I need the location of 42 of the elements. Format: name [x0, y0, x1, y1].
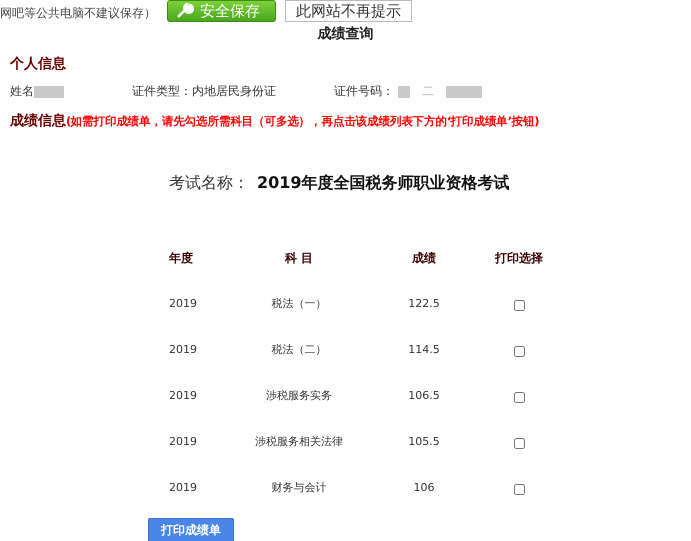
redaction-block — [398, 86, 410, 98]
print-checkbox[interactable] — [514, 392, 524, 402]
id-number-label: 证件号码： — [334, 83, 394, 100]
print-checkbox[interactable] — [514, 438, 524, 448]
section-heading: 成绩信息 — [10, 113, 66, 129]
table-cell-text: 涉税服务相关法律 — [254, 434, 344, 448]
table-cell-text: 税法（二） — [270, 342, 328, 356]
table-cell-text: 2019 — [169, 388, 198, 402]
exam-name-label: 考试名称： — [169, 173, 249, 194]
wrench-icon — [176, 3, 194, 19]
table-cell-text: 122.5 — [407, 296, 441, 310]
redaction-block — [446, 86, 482, 98]
redaction-block — [34, 86, 64, 98]
table-cell-text: 涉税服务实务 — [265, 388, 333, 402]
id-number-fragment: 二 — [422, 83, 434, 100]
table-cell-text: 2019 — [169, 434, 198, 448]
save-warning-text: 网吧等公共电脑不建议保存） — [0, 5, 157, 22]
table-cell-text: 2019 — [169, 296, 198, 310]
table-cell-text: 2019 — [169, 342, 198, 356]
instruction-text: (如需打印成绩单，请先勾选所需科目（可多选），再点击该成绩列表下方的‘打印成绩单’按钮) — [66, 114, 539, 128]
table-cell-text: 106 — [412, 480, 436, 494]
table-cell-text: 106.5 — [407, 388, 441, 402]
name-label: 姓名 — [10, 83, 34, 100]
print-checkbox[interactable] — [514, 300, 524, 310]
column-header: 成绩 — [411, 250, 437, 266]
column-header: 科 目 — [284, 250, 314, 266]
print-checkbox[interactable] — [514, 484, 524, 494]
column-header: 打印选择 — [494, 250, 544, 266]
column-header: 年度 — [169, 250, 194, 266]
dont-show-again-button[interactable]: 此网站不再提示 — [285, 0, 412, 22]
page-title: 成绩查询 — [316, 25, 374, 43]
section-heading: 个人信息 — [10, 55, 67, 73]
table-cell-text: 税法（一） — [270, 296, 328, 310]
id-type-text: 证件类型：内地居民身份证 — [132, 83, 277, 100]
table-cell-text: 105.5 — [407, 434, 441, 448]
table-cell-text: 114.5 — [407, 342, 441, 356]
table-cell-text: 财务与会计 — [270, 480, 328, 494]
table-cell-text: 2019 — [169, 480, 198, 494]
print-checkbox[interactable] — [514, 346, 524, 356]
exam-name: 2019年度全国税务师职业资格考试 — [257, 173, 510, 194]
print-button[interactable]: 打印成绩单 — [148, 518, 234, 541]
save-button[interactable]: 安全保存 — [167, 0, 276, 22]
